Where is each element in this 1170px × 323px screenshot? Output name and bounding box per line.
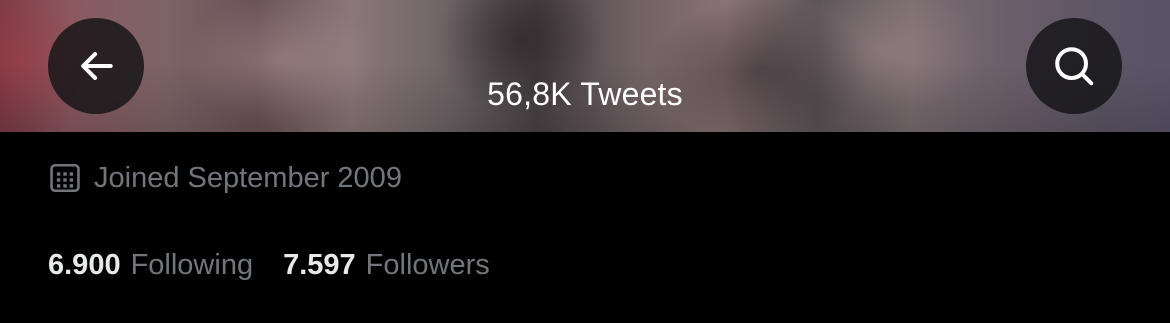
- following-link[interactable]: 6.900 Following: [48, 249, 253, 282]
- tweet-count-title: 56,8K Tweets: [487, 76, 683, 112]
- profile-banner: 56,8K Tweets: [0, 0, 1170, 132]
- joined-date: Joined September 2009: [48, 160, 402, 196]
- followers-link[interactable]: 7.597 Followers: [283, 249, 490, 282]
- joined-text: Joined September 2009: [94, 161, 402, 194]
- following-count: 6.900: [48, 248, 121, 281]
- followers-count: 7.597: [283, 248, 356, 281]
- followers-label: Followers: [365, 248, 490, 281]
- search-button[interactable]: [1026, 18, 1122, 114]
- following-label: Following: [130, 248, 254, 281]
- search-icon: [1055, 47, 1094, 86]
- follow-stats: 6.900 Following 7.597 Followers: [48, 246, 520, 284]
- calendar-icon: [50, 163, 80, 193]
